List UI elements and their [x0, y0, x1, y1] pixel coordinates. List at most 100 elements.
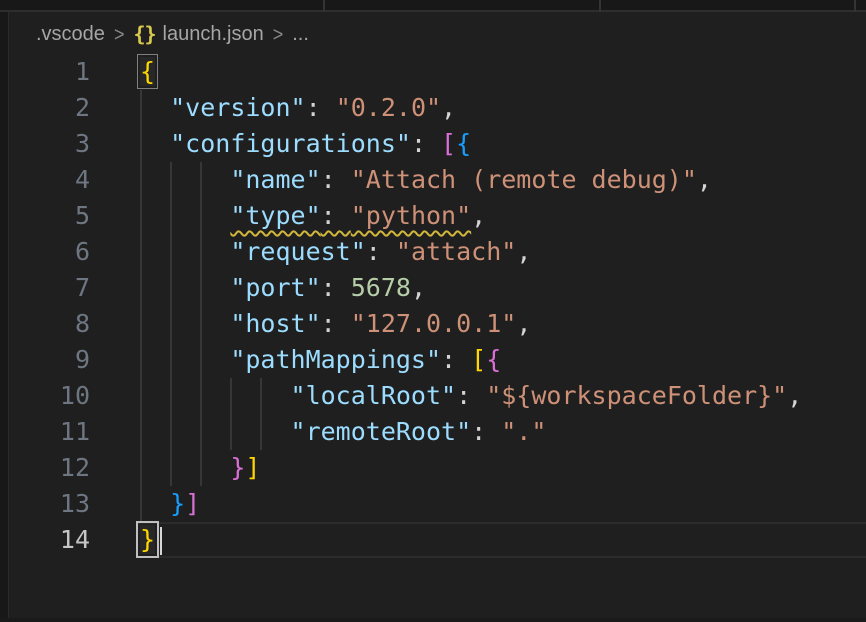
- breadcrumb-folder[interactable]: .vscode: [36, 23, 105, 46]
- code-token: ,: [787, 381, 802, 410]
- code-line[interactable]: 6 "request": "attach",: [10, 234, 866, 270]
- line-number[interactable]: 11: [10, 414, 90, 450]
- line-number[interactable]: 9: [10, 342, 90, 378]
- code-token: ,: [441, 93, 456, 122]
- breadcrumb-symbol-ellipsis[interactable]: ...: [292, 23, 309, 46]
- line-number[interactable]: 13: [10, 486, 90, 522]
- code-token: [140, 201, 230, 230]
- line-number[interactable]: 3: [10, 126, 90, 162]
- line-content[interactable]: }]: [140, 486, 866, 522]
- tab-separator: [854, 0, 856, 12]
- chevron-right-icon: >: [273, 22, 284, 46]
- line-content[interactable]: {: [140, 54, 866, 90]
- line-number[interactable]: 5: [10, 198, 90, 234]
- code-line[interactable]: 9 "pathMappings": [{: [10, 342, 866, 378]
- line-content[interactable]: "pathMappings": [{: [140, 342, 866, 378]
- line-content[interactable]: }]: [140, 450, 866, 486]
- line-content[interactable]: "localRoot": "${workspaceFolder}",: [140, 378, 866, 414]
- code-token: [140, 381, 291, 410]
- line-number[interactable]: 2: [10, 90, 90, 126]
- code-token: :: [366, 237, 396, 266]
- line-content[interactable]: "configurations": [{: [140, 126, 866, 162]
- code-token: ,: [471, 201, 486, 230]
- code-token: "127.0.0.1": [351, 309, 517, 338]
- line-content[interactable]: "request": "attach",: [140, 234, 866, 270]
- code-token: "host": [230, 309, 320, 338]
- code-token: :: [321, 201, 351, 230]
- line-number[interactable]: 14: [10, 522, 90, 558]
- code-token: ".": [501, 417, 546, 446]
- code-token: [140, 345, 230, 374]
- editor[interactable]: .vscode > {} launch.json > ... 1{2 "vers…: [10, 14, 866, 622]
- line-content[interactable]: "type": "python",: [140, 198, 866, 234]
- line-number[interactable]: 7: [10, 270, 90, 306]
- code-line[interactable]: 11 "remoteRoot": ".": [10, 414, 866, 450]
- code-token: [140, 237, 230, 266]
- line-number[interactable]: 12: [10, 450, 90, 486]
- code-token: "remoteRoot": [291, 417, 472, 446]
- code-token: }: [230, 453, 245, 482]
- code-token: [140, 93, 170, 122]
- code-token: "0.2.0": [336, 93, 441, 122]
- line-content[interactable]: "host": "127.0.0.1",: [140, 306, 866, 342]
- text-cursor: [160, 527, 162, 555]
- json-file-icon: {}: [133, 22, 155, 46]
- chevron-right-icon: >: [114, 22, 125, 46]
- code-token: [140, 489, 170, 518]
- code-token: [140, 417, 291, 446]
- code-token: {: [486, 345, 501, 374]
- line-number[interactable]: 10: [10, 378, 90, 414]
- code-token: ,: [411, 273, 426, 302]
- line-number[interactable]: 1: [10, 54, 90, 90]
- code-line[interactable]: 5 "type": "python",: [10, 198, 866, 234]
- breadcrumb-file[interactable]: launch.json: [163, 23, 264, 46]
- tab-separator: [599, 0, 601, 12]
- code-line[interactable]: 3 "configurations": [{: [10, 126, 866, 162]
- code-line[interactable]: 7 "port": 5678,: [10, 270, 866, 306]
- tab-strip: [0, 0, 866, 12]
- code-token: ]: [185, 489, 200, 518]
- line-content[interactable]: "name": "Attach (remote debug)",: [140, 162, 866, 198]
- window-bottom-edge: [0, 618, 866, 622]
- sidebar-edge: [0, 0, 9, 622]
- line-content[interactable]: }: [140, 522, 866, 558]
- code-lines[interactable]: 1{2 "version": "0.2.0",3 "configurations…: [10, 54, 866, 558]
- code-token: "port": [230, 273, 320, 302]
- code-token: [140, 129, 170, 158]
- code-token: [140, 165, 230, 194]
- code-token: [: [471, 345, 486, 374]
- code-token: {: [456, 129, 471, 158]
- code-line[interactable]: 1{: [10, 54, 866, 90]
- bracket-match: }: [140, 525, 155, 554]
- code-line[interactable]: 10 "localRoot": "${workspaceFolder}",: [10, 378, 866, 414]
- code-token: "pathMappings": [230, 345, 441, 374]
- line-content[interactable]: "port": 5678,: [140, 270, 866, 306]
- code-token: [140, 273, 230, 302]
- code-token: [: [441, 129, 456, 158]
- line-number[interactable]: 6: [10, 234, 90, 270]
- code-line[interactable]: 13 }]: [10, 486, 866, 522]
- code-line[interactable]: 4 "name": "Attach (remote debug)",: [10, 162, 866, 198]
- code-line[interactable]: 12 }]: [10, 450, 866, 486]
- line-number[interactable]: 4: [10, 162, 90, 198]
- warning-squiggle: "type": "python": [230, 201, 471, 230]
- code-line[interactable]: 2 "version": "0.2.0",: [10, 90, 866, 126]
- code-token: "name": [230, 165, 320, 194]
- line-content[interactable]: "version": "0.2.0",: [140, 90, 866, 126]
- code-line[interactable]: 14}: [10, 522, 866, 558]
- code-line[interactable]: 8 "host": "127.0.0.1",: [10, 306, 866, 342]
- code-token: ]: [245, 453, 260, 482]
- line-content[interactable]: "remoteRoot": ".": [140, 414, 866, 450]
- code-token: :: [471, 417, 501, 446]
- code-token: "request": [230, 237, 365, 266]
- code-token: [140, 453, 230, 482]
- breadcrumb: .vscode > {} launch.json > ...: [10, 14, 866, 54]
- code-token: "configurations": [170, 129, 411, 158]
- tab-separator: [323, 0, 325, 12]
- code-token: :: [411, 129, 441, 158]
- code-token: :: [441, 345, 471, 374]
- code-token: "version": [170, 93, 305, 122]
- line-number[interactable]: 8: [10, 306, 90, 342]
- code-token: ,: [516, 309, 531, 338]
- code-token: "type": [230, 201, 320, 230]
